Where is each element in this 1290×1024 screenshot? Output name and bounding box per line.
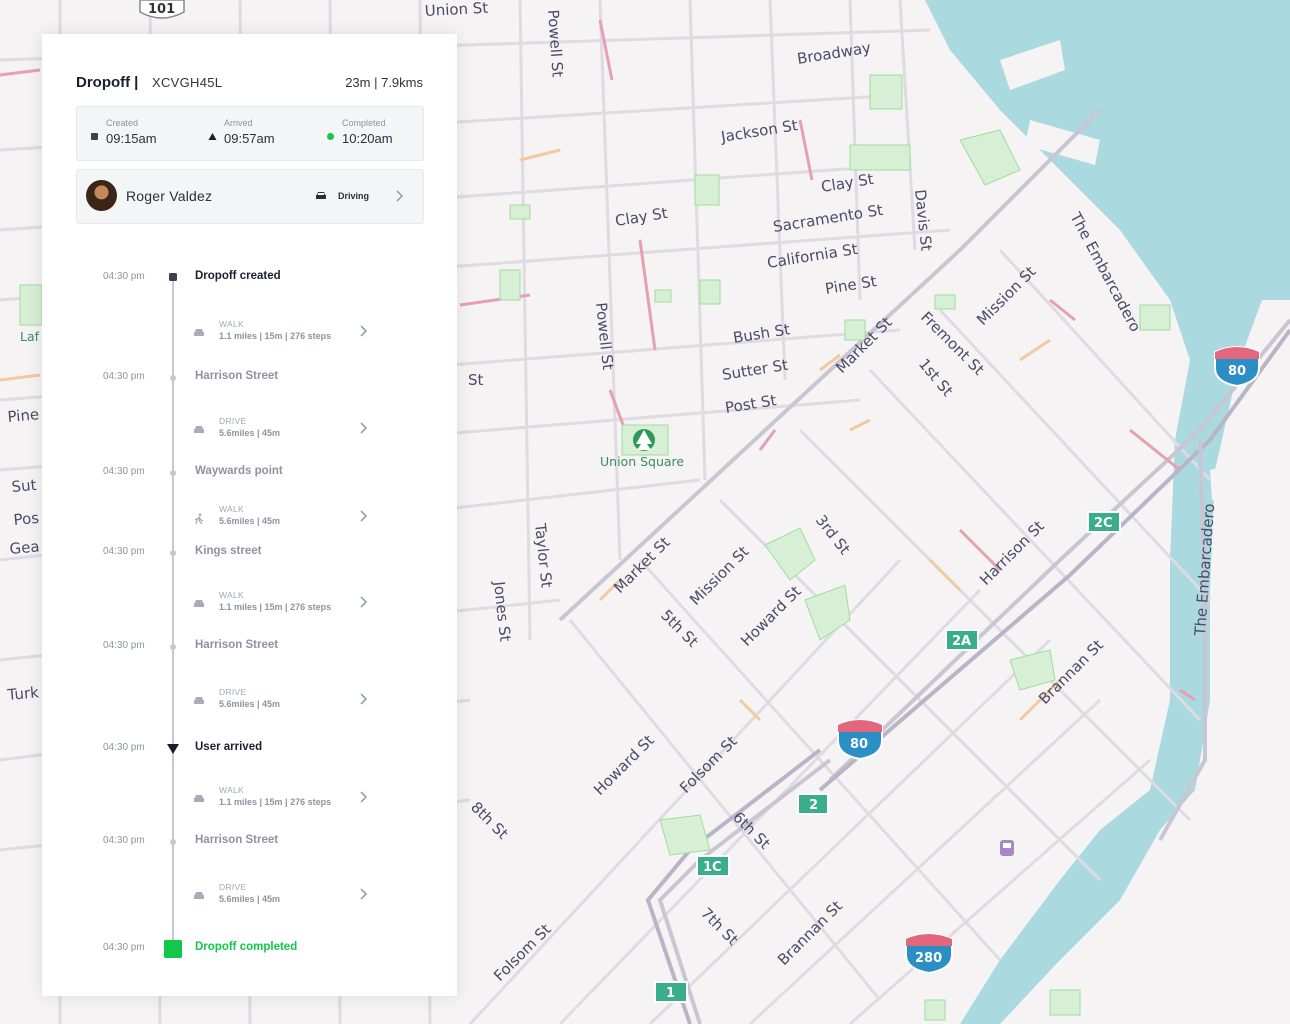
dot-icon — [170, 550, 176, 556]
chevron-right-icon[interactable] — [359, 692, 369, 706]
chevron-right-icon[interactable] — [359, 509, 369, 523]
car-icon — [194, 795, 204, 802]
square-icon — [169, 273, 177, 281]
street-label: Union St — [424, 0, 488, 20]
svg-text:80: 80 — [850, 737, 868, 752]
street-label: Sut — [11, 476, 38, 496]
svg-text:101: 101 — [148, 2, 175, 17]
car-icon — [194, 600, 204, 607]
exit-marker: 2C — [1087, 511, 1121, 533]
street-label: Turk — [6, 683, 40, 704]
timeline-leg[interactable]: WALK 5.6miles | 45m — [42, 504, 457, 534]
street-label: St — [468, 371, 484, 389]
timeline-leg[interactable]: DRIVE 5.6miles | 45m — [42, 687, 457, 717]
svg-text:1C: 1C — [703, 860, 722, 875]
chevron-right-icon[interactable] — [359, 324, 369, 338]
triangle-down-icon — [167, 744, 179, 754]
dot-icon — [170, 839, 176, 845]
time-summary: Created 09:15am Arrived 09:57am Complete… — [76, 106, 424, 161]
timeline-event: 04:30 pm Dropoff completed — [42, 940, 457, 958]
page-title: Dropoff | — [76, 74, 139, 91]
car-icon — [194, 892, 204, 899]
i80-shield-icon: 80 — [837, 719, 883, 761]
timeline-leg[interactable]: DRIVE 5.6miles | 45m — [42, 882, 457, 912]
timeline-event: 04:30 pm Harrison Street — [103, 370, 279, 382]
timeline-event: 04:30 pm Dropoff created — [103, 270, 281, 282]
exit-marker: 1 — [654, 981, 688, 1003]
us101-shield-icon: 101 — [139, 0, 185, 19]
dot-icon — [170, 375, 176, 381]
timeline-event: 04:30 pm Kings street — [103, 545, 262, 557]
svg-text:80: 80 — [1228, 364, 1246, 379]
walk-icon — [194, 513, 204, 525]
dot-icon — [170, 470, 176, 476]
chevron-right-icon[interactable] — [359, 595, 369, 609]
green-dot-icon — [327, 133, 334, 140]
timeline-leg[interactable]: WALK 1.1 miles | 15m | 276 steps — [42, 319, 457, 349]
car-icon — [194, 329, 204, 336]
svg-text:2C: 2C — [1094, 516, 1113, 531]
exit-marker: 2A — [945, 629, 979, 651]
square-icon — [91, 133, 98, 140]
transit-icon — [1000, 840, 1014, 856]
park-tree-icon — [633, 429, 655, 451]
chevron-right-icon[interactable] — [359, 790, 369, 804]
i80-shield-icon: 80 — [1214, 346, 1260, 388]
dropoff-code: XCVGH45L — [152, 75, 223, 90]
panel-header: Dropoff | XCVGH45L 23m | 7.9kms — [76, 74, 423, 94]
avatar — [86, 180, 117, 211]
timeline-event: 04:30 pm Harrison Street — [103, 639, 279, 651]
street-label: Pine — [7, 405, 40, 426]
chevron-right-icon[interactable] — [359, 887, 369, 901]
dot-icon — [170, 644, 176, 650]
car-icon — [194, 426, 204, 433]
svg-text:2A: 2A — [952, 634, 971, 649]
park-label-laf: Laf — [20, 329, 40, 344]
dropoff-panel: Dropoff | XCVGH45L 23m | 7.9kms Created 0… — [42, 34, 457, 996]
timeline-leg[interactable]: WALK 1.1 miles | 15m | 276 steps — [42, 785, 457, 815]
triangle-icon — [208, 133, 217, 140]
svg-text:280: 280 — [915, 951, 942, 966]
chevron-right-icon[interactable] — [395, 189, 405, 203]
timeline-event: 04:30 pm User arrived — [103, 741, 263, 754]
driver-card[interactable]: Roger Valdez Driving — [76, 169, 424, 224]
street-label: Pos — [13, 509, 40, 529]
chevron-right-icon[interactable] — [359, 421, 369, 435]
svg-text:1: 1 — [666, 986, 675, 1001]
timeline-leg[interactable]: WALK 1.1 miles | 15m | 276 steps — [42, 590, 457, 620]
driver-name: Roger Valdez — [126, 188, 213, 204]
car-icon — [194, 697, 204, 704]
svg-text:2: 2 — [809, 798, 818, 813]
completed-square-icon — [164, 940, 182, 958]
park-label: Union Square — [600, 454, 684, 469]
timeline-event: 04:30 pm Waywards point — [103, 465, 283, 477]
street-label: Gea — [9, 537, 41, 558]
trip-summary: 23m | 7.9kms — [345, 75, 423, 90]
exit-marker: 1C — [696, 855, 730, 877]
exit-marker: 2 — [797, 793, 829, 815]
i280-shield-icon: 280 — [905, 933, 953, 975]
timeline-event: 04:30 pm Harrison Street — [103, 834, 279, 846]
timeline-leg[interactable]: DRIVE 5.6miles | 45m — [42, 416, 457, 446]
car-icon — [316, 192, 326, 199]
driver-status: Driving — [338, 191, 370, 201]
